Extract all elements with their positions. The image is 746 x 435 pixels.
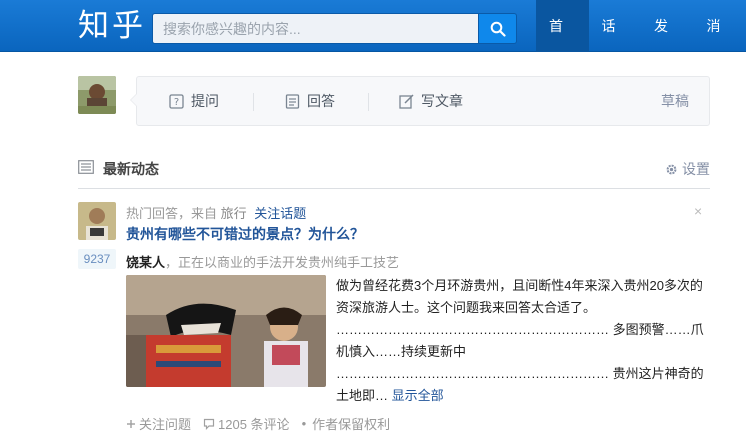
divider xyxy=(368,93,369,111)
top-navbar: 知乎 首页 话题 发现 消息 xyxy=(0,0,746,86)
comment-icon xyxy=(203,418,215,430)
question-icon: ? xyxy=(169,93,184,109)
feed-title: 最新动态 xyxy=(103,161,159,177)
topic-link[interactable]: 旅行 xyxy=(221,206,247,221)
follow-topic-link[interactable]: 关注话题 xyxy=(254,206,306,221)
vote-count[interactable]: 9237 xyxy=(78,249,116,269)
svg-text:?: ? xyxy=(174,97,179,108)
ask-button[interactable]: ? 提问 xyxy=(169,77,219,125)
author-separator: ， xyxy=(165,255,179,270)
author-bio: 正在以商业的手法开发贵州纯手工技艺 xyxy=(178,255,400,270)
summary-text-1: 做为曾经花费3个月环游贵州，且间断性4年来深入贵州20多次的资深旅游人士。这个问… xyxy=(336,278,703,315)
write-article-label: 写文章 xyxy=(421,93,463,109)
answer-author: 饶某人，正在以商业的手法开发贵州纯手工技艺 xyxy=(126,252,399,271)
summary-dots-1: ……………………………………………………… xyxy=(336,322,609,337)
answer-actions: 关注问题 1205 条评论 • 作者保留权利 xyxy=(126,414,396,433)
pencil-icon xyxy=(399,93,414,109)
settings-label: 设置 xyxy=(682,161,710,177)
nav-messages[interactable]: 消息 xyxy=(694,0,746,86)
answer-label: 回答 xyxy=(307,93,335,109)
divider xyxy=(253,93,254,111)
feed-header: 最新动态 设置 xyxy=(78,152,710,189)
author-name[interactable]: 饶某人 xyxy=(126,255,165,270)
search-icon xyxy=(490,21,506,37)
question-title[interactable]: 贵州有哪些不可错过的景点？为什么？ xyxy=(126,224,364,244)
show-all-link[interactable]: 显示全部 xyxy=(392,388,444,403)
comments-label: 1205 条评论 xyxy=(218,417,290,432)
write-article-button[interactable]: 写文章 xyxy=(399,77,463,125)
nav-topics[interactable]: 话题 xyxy=(589,0,642,86)
answer-thumbnail[interactable] xyxy=(126,275,326,387)
feed-item-meta: 热门回答，来自 旅行 关注话题 xyxy=(126,203,306,222)
drafts-link[interactable]: 草稿 xyxy=(661,77,689,125)
nav-home[interactable]: 首页 xyxy=(536,0,589,86)
search-input[interactable] xyxy=(153,14,478,43)
answer-summary[interactable]: 做为曾经花费3个月环游贵州，且间断性4年来深入贵州20多次的资深旅游人士。这个问… xyxy=(336,275,710,407)
dismiss-icon[interactable]: × xyxy=(694,203,702,219)
summary-dots-2: ……………………………………………………… xyxy=(336,366,609,381)
composer-bar: ? 提问 回答 写文章 草稿 xyxy=(130,76,710,126)
author-avatar[interactable] xyxy=(78,202,116,240)
plus-icon xyxy=(127,419,135,428)
answer-icon xyxy=(285,93,300,109)
feed-settings-button[interactable]: 设置 xyxy=(665,159,710,179)
meta-prefix: 热门回答，来自 xyxy=(126,206,218,221)
search-button[interactable] xyxy=(478,13,517,44)
feed-list-icon xyxy=(78,160,94,174)
main-nav: 首页 话题 发现 消息 xyxy=(536,0,746,86)
my-avatar[interactable] xyxy=(78,76,116,114)
ask-label: 提问 xyxy=(191,93,219,109)
gear-icon xyxy=(666,164,677,174)
follow-question-button[interactable]: 关注问题 xyxy=(126,414,197,433)
nav-explore[interactable]: 发现 xyxy=(641,0,694,86)
comments-button[interactable]: 1205 条评论 xyxy=(203,414,296,433)
copyright-label: 作者保留权利 xyxy=(312,417,391,432)
zhihu-logo[interactable]: 知乎 xyxy=(78,6,146,46)
follow-question-label: 关注问题 xyxy=(139,417,192,432)
dot-separator: • xyxy=(301,416,307,431)
search-box xyxy=(152,13,478,44)
answer-button[interactable]: 回答 xyxy=(285,77,335,125)
